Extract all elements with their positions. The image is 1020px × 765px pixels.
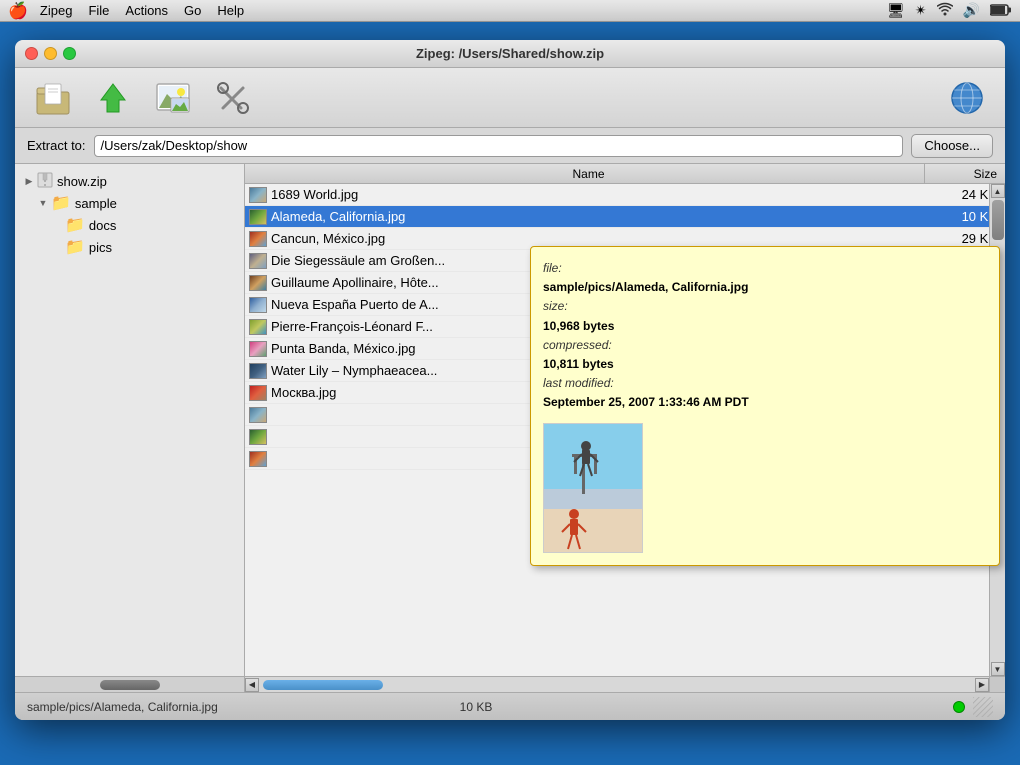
menu-help[interactable]: Help: [217, 3, 244, 18]
hscroll-track: [259, 678, 975, 692]
globe-button[interactable]: [941, 72, 993, 124]
tooltip-modified-value: September 25, 2007 1:33:46 AM PDT: [543, 395, 749, 409]
file-name: Cancun, México.jpg: [245, 231, 925, 247]
menu-go[interactable]: Go: [184, 3, 201, 18]
tooltip-size-label: size:: [543, 299, 568, 313]
preview-button[interactable]: [147, 72, 199, 124]
sidebar-label-zip: show.zip: [57, 174, 107, 189]
toolbar: [15, 68, 1005, 128]
table-row[interactable]: Alameda, California.jpg 10 KB: [245, 206, 1005, 228]
bluetooth-icon: ✴: [915, 2, 927, 19]
status-indicator: [953, 701, 965, 713]
file-thumbnail: [249, 231, 267, 247]
sidebar-item-pics[interactable]: 📁 pics: [15, 236, 244, 258]
wifi-icon: [937, 2, 953, 19]
extract-all-button[interactable]: [87, 72, 139, 124]
tooltip-file-label: file:: [543, 261, 562, 275]
folder-icon-pics: 📁: [65, 237, 85, 257]
sidebar-item-docs[interactable]: 📁 docs: [15, 214, 244, 236]
disclosure-docs: [51, 219, 63, 231]
titlebar-buttons: [25, 47, 76, 60]
tooltip-modified-label: last modified:: [543, 376, 614, 390]
apple-menu[interactable]: 🍎: [8, 1, 28, 21]
sidebar-item-sample[interactable]: ▼ 📁 sample: [15, 192, 244, 214]
file-thumbnail: [249, 341, 267, 357]
sidebar-item-zip[interactable]: ▶ show.zip: [15, 170, 244, 192]
tooltip-content: file: sample/pics/Alameda, California.jp…: [543, 259, 987, 413]
scroll-up-arrow[interactable]: ▲: [991, 184, 1005, 198]
volume-icon: 🔊: [963, 2, 980, 19]
file-list: Name Size 1689 World.jpg 24 KB: [245, 164, 1005, 692]
sidebar-scroll-thumb: [100, 680, 160, 690]
file-thumbnail: [249, 187, 267, 203]
statusbar: sample/pics/Alameda, California.jpg 10 K…: [15, 692, 1005, 720]
file-thumbnail: [249, 319, 267, 335]
extract-bar: Extract to: /Users/zak/Desktop/show Choo…: [15, 128, 1005, 164]
disclosure-pics: [51, 241, 63, 253]
menubar-items: Zipeg File Actions Go Help: [40, 3, 244, 18]
zip-icon: [37, 172, 53, 191]
file-thumbnail: [249, 385, 267, 401]
menubar-right: 🖥 ✴ 🔊: [887, 2, 1012, 19]
hatch-icon: [973, 697, 993, 717]
window-title: Zipeg: /Users/Shared/show.zip: [416, 46, 604, 61]
tooltip-file-value: sample/pics/Alameda, California.jpg: [543, 280, 748, 294]
hscroll-thumb[interactable]: [263, 680, 383, 690]
status-file: sample/pics/Alameda, California.jpg: [27, 700, 452, 714]
monitor-icon: 🖥: [887, 2, 905, 19]
column-size[interactable]: Size: [925, 167, 1005, 181]
tooltip-compressed-value: 10,811 bytes: [543, 357, 614, 371]
menubar: 🍎 Zipeg File Actions Go Help 🖥 ✴ 🔊: [0, 0, 1020, 22]
scroll-left-arrow[interactable]: ◀: [245, 678, 259, 692]
scroll-corner: [989, 676, 1005, 692]
minimize-button[interactable]: [44, 47, 57, 60]
sidebar-label-docs: docs: [89, 218, 116, 233]
sidebar-label-sample: sample: [75, 196, 117, 211]
folder-icon-docs: 📁: [65, 215, 85, 235]
menu-file[interactable]: File: [88, 3, 109, 18]
disclosure-sample: ▼: [37, 197, 49, 209]
file-thumbnail: [249, 209, 267, 225]
choose-button[interactable]: Choose...: [911, 134, 993, 158]
file-thumbnail: [249, 275, 267, 291]
file-thumbnail: [249, 297, 267, 313]
folder-icon-sample: 📁: [51, 193, 71, 213]
column-name[interactable]: Name: [245, 164, 925, 183]
file-thumbnail: [249, 407, 267, 423]
scroll-right-arrow[interactable]: ▶: [975, 678, 989, 692]
file-thumbnail: [249, 429, 267, 445]
menu-actions[interactable]: Actions: [125, 3, 168, 18]
tooltip-popup: file: sample/pics/Alameda, California.jp…: [530, 246, 1000, 566]
tooltip-preview: [543, 423, 643, 553]
disclosure-icon: ▶: [23, 175, 35, 187]
scroll-down-arrow[interactable]: ▼: [991, 662, 1005, 676]
sidebar: ▶ show.zip ▼ 📁 sample: [15, 164, 245, 692]
titlebar: Zipeg: /Users/Shared/show.zip: [15, 40, 1005, 68]
extract-label: Extract to:: [27, 138, 86, 153]
file-name: 1689 World.jpg: [245, 187, 925, 203]
content-area: ▶ show.zip ▼ 📁 sample: [15, 164, 1005, 692]
menu-zipeg[interactable]: Zipeg: [40, 3, 73, 18]
maximize-button[interactable]: [63, 47, 76, 60]
file-thumbnail: [249, 451, 267, 467]
file-thumbnail: [249, 253, 267, 269]
tooltip-size-value: 10,968 bytes: [543, 319, 614, 333]
main-window: Zipeg: /Users/Shared/show.zip: [15, 40, 1005, 720]
tooltip-compressed-label: compressed:: [543, 338, 612, 352]
status-size: 10 KB: [460, 700, 493, 714]
battery-icon: [990, 3, 1012, 19]
file-list-header: Name Size: [245, 164, 1005, 184]
close-button[interactable]: [25, 47, 38, 60]
horizontal-scrollbar[interactable]: ◀ ▶: [245, 676, 989, 692]
scroll-thumb[interactable]: [992, 200, 1004, 240]
table-row[interactable]: 1689 World.jpg 24 KB: [245, 184, 1005, 206]
file-thumbnail: [249, 363, 267, 379]
tools-button[interactable]: [207, 72, 259, 124]
sidebar-label-pics: pics: [89, 240, 112, 255]
extract-button[interactable]: [27, 72, 79, 124]
extract-path[interactable]: /Users/zak/Desktop/show: [94, 135, 904, 157]
file-name: Alameda, California.jpg: [245, 209, 925, 225]
sidebar-scrollbar[interactable]: [15, 676, 244, 692]
sidebar-tree: ▶ show.zip ▼ 📁 sample: [15, 164, 244, 264]
